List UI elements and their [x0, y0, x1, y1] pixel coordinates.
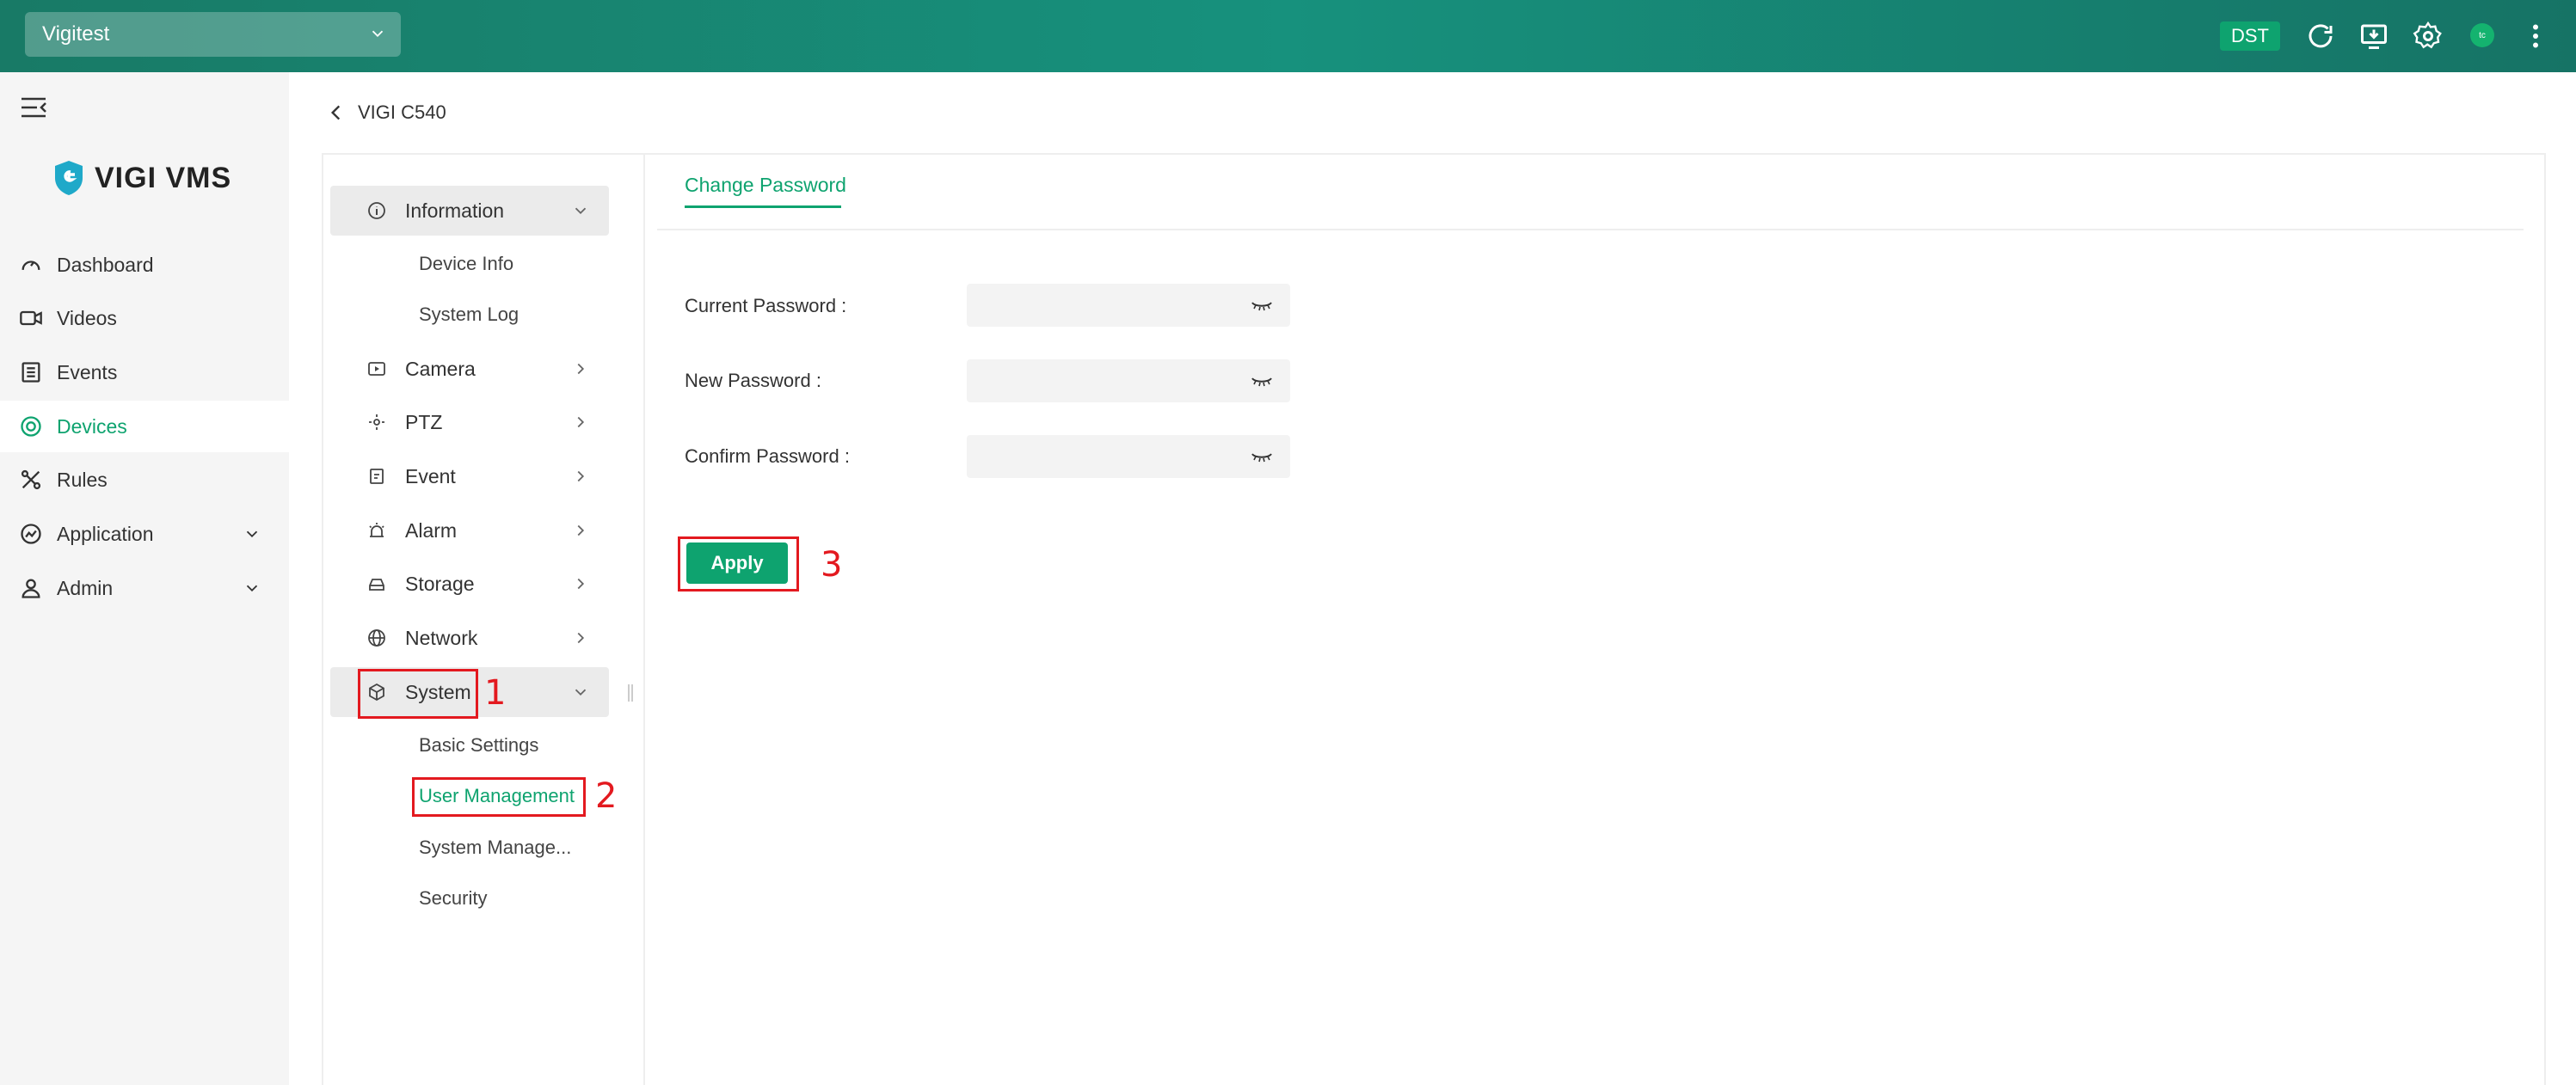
- nav-videos[interactable]: Videos: [0, 292, 289, 344]
- event-icon: [370, 469, 384, 484]
- nav-label: Application: [57, 522, 154, 545]
- menu-label: PTZ: [405, 410, 443, 433]
- top-bar: Vigitest DST tc: [0, 0, 2576, 72]
- chevron-left-icon: [330, 105, 341, 120]
- device-name: VIGI C540: [358, 101, 446, 123]
- download-icon[interactable]: [2358, 21, 2389, 52]
- video-icon: [20, 310, 42, 326]
- menu-ptz[interactable]: PTZ: [330, 397, 609, 447]
- menu-information[interactable]: Information: [330, 186, 609, 236]
- current-password-label: Current Password :: [685, 295, 847, 316]
- globe-icon: [368, 629, 385, 647]
- confirm-password-input[interactable]: [967, 435, 1290, 478]
- eye-closed-icon[interactable]: [1251, 298, 1273, 312]
- eye-closed-icon[interactable]: [1251, 450, 1273, 463]
- annotation-box-system: [358, 669, 478, 719]
- nav-rules[interactable]: Rules: [0, 454, 289, 506]
- alarm-icon: [369, 523, 384, 537]
- logo: VIGI VMS: [52, 158, 231, 198]
- menu-label: Camera: [405, 357, 476, 380]
- annotation-box-user-management: [412, 777, 586, 817]
- application-icon: [21, 524, 41, 544]
- camera-icon: [368, 362, 385, 376]
- chevron-down-icon: [575, 689, 587, 696]
- dst-badge: DST: [2220, 21, 2280, 51]
- nav-label: Events: [57, 360, 118, 383]
- menu-label: Information: [405, 199, 505, 222]
- chevron-right-icon: [577, 632, 585, 644]
- ptz-icon: [369, 414, 384, 430]
- vigi-logo-icon: [55, 161, 83, 195]
- logo-text: VIGI VMS: [95, 161, 232, 194]
- eye-closed-icon[interactable]: [1251, 374, 1273, 388]
- resize-handle-icon[interactable]: [626, 683, 635, 702]
- menu-storage[interactable]: Storage: [330, 559, 609, 609]
- nav-devices[interactable]: Devices: [0, 401, 289, 452]
- annotation-box-apply: [678, 536, 799, 592]
- menu-label: Alarm: [405, 518, 458, 542]
- back-link[interactable]: VIGI C540: [325, 100, 446, 126]
- current-password-input[interactable]: [967, 284, 1290, 327]
- chevron-right-icon: [577, 470, 585, 482]
- nav-label: Videos: [57, 306, 117, 329]
- annotation-number-1: 1: [484, 673, 507, 713]
- nav-events[interactable]: Events: [0, 346, 289, 398]
- menu-device-info[interactable]: Device Info: [419, 251, 513, 277]
- info-icon: [368, 202, 385, 219]
- devices-icon: [21, 416, 41, 437]
- annotation-number-2: 2: [595, 776, 618, 816]
- menu-security[interactable]: Security: [419, 886, 487, 911]
- avatar[interactable]: tc: [2470, 23, 2494, 47]
- events-icon: [22, 362, 40, 383]
- annotation-number-3: 3: [821, 545, 843, 585]
- new-password-input[interactable]: [967, 359, 1290, 402]
- nav-label: Rules: [57, 468, 108, 491]
- chevron-right-icon: [577, 524, 585, 536]
- menu-system-management[interactable]: System Manage...: [419, 835, 571, 861]
- nav-application[interactable]: Application: [0, 508, 289, 560]
- menu-label: Network: [405, 626, 478, 649]
- chevron-down-icon: [246, 530, 258, 538]
- dashboard-icon: [22, 261, 40, 270]
- rules-icon: [21, 469, 41, 490]
- sidebar: VIGI VMS Dashboard Videos Events Devices…: [0, 72, 289, 1085]
- chevron-down-icon: [575, 207, 587, 215]
- nav-label: Dashboard: [57, 253, 154, 276]
- refresh-icon[interactable]: [2305, 21, 2336, 52]
- collapse-menu-icon[interactable]: [19, 95, 48, 120]
- menu-label: Event: [405, 464, 456, 487]
- new-password-label: New Password :: [685, 370, 821, 391]
- chevron-right-icon: [577, 416, 585, 428]
- storage-icon: [369, 579, 384, 591]
- nav-dashboard[interactable]: Dashboard: [0, 239, 289, 291]
- active-tab-indicator: [685, 205, 841, 208]
- menu-system-log[interactable]: System Log: [419, 302, 519, 328]
- chevron-right-icon: [577, 363, 585, 375]
- tab-change-password[interactable]: Change Password: [685, 174, 846, 197]
- menu-event[interactable]: Event: [330, 451, 609, 501]
- menu-label: Storage: [405, 572, 475, 595]
- menu-alarm[interactable]: Alarm: [330, 506, 609, 555]
- admin-icon: [22, 579, 40, 598]
- nav-admin[interactable]: Admin: [0, 562, 289, 614]
- menu-basic-settings[interactable]: Basic Settings: [419, 733, 538, 758]
- site-name: Vigitest: [42, 22, 110, 46]
- settings-panel: [322, 153, 2546, 1085]
- settings-icon[interactable]: [2413, 21, 2444, 52]
- nav-label: Devices: [57, 414, 127, 438]
- site-selector[interactable]: Vigitest: [25, 12, 401, 57]
- tab-divider: [657, 229, 2524, 230]
- chevron-down-icon: [246, 585, 258, 592]
- menu-network[interactable]: Network: [330, 613, 609, 663]
- menu-camera[interactable]: Camera: [330, 344, 609, 394]
- chevron-down-icon: [372, 30, 384, 38]
- chevron-right-icon: [577, 578, 585, 590]
- confirm-password-label: Confirm Password :: [685, 445, 850, 467]
- nav-label: Admin: [57, 576, 114, 599]
- more-icon[interactable]: [2520, 21, 2551, 52]
